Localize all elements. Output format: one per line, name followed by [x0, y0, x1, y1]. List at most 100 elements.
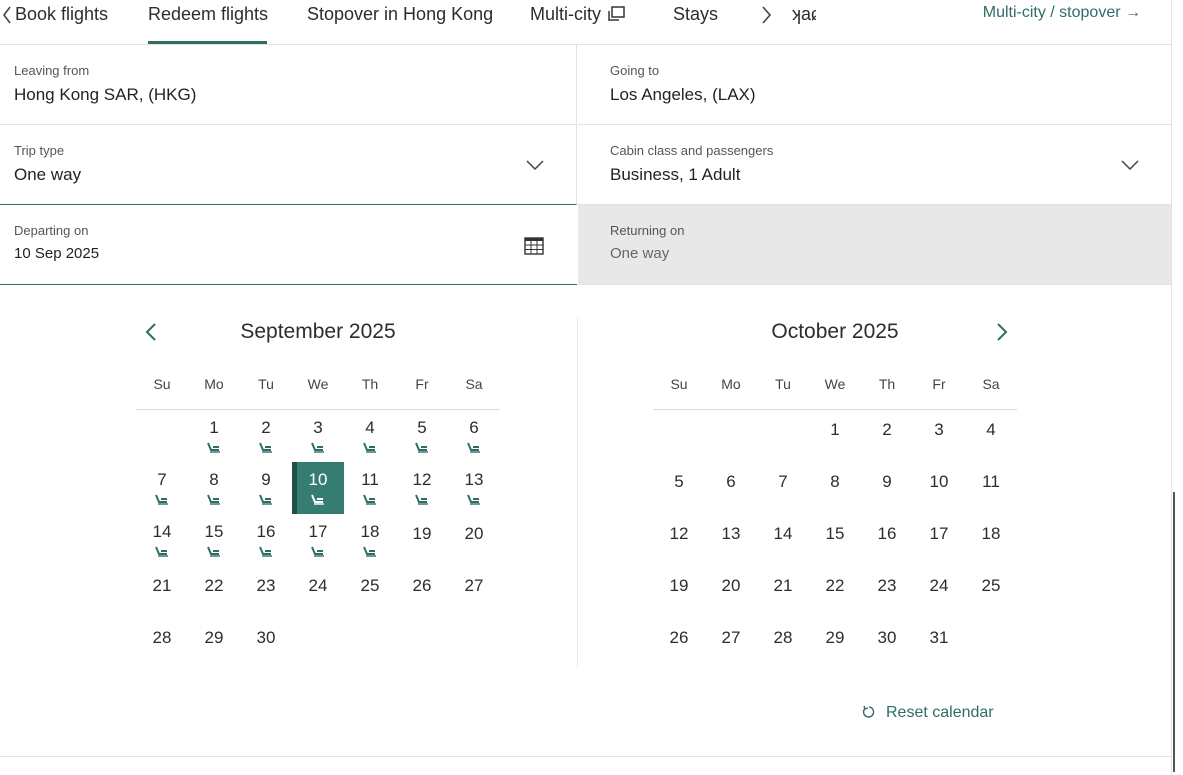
- calendar-day[interactable]: 21: [136, 566, 188, 618]
- day-number: 3: [313, 418, 323, 437]
- award-seat-icon: [155, 490, 169, 510]
- calendar-day[interactable]: 2: [240, 410, 292, 462]
- calendar-day[interactable]: 22: [188, 566, 240, 618]
- calendar-day[interactable]: 10: [913, 462, 965, 514]
- cabin-passengers-select[interactable]: Cabin class and passengers Business, 1 A…: [578, 125, 1171, 205]
- award-seat-icon: [311, 490, 325, 510]
- day-number: 10: [308, 470, 328, 489]
- calendar-day[interactable]: 11: [965, 462, 1017, 514]
- trip-type-select[interactable]: Trip type One way: [0, 125, 577, 205]
- calendar-day[interactable]: 22: [809, 566, 861, 618]
- day-number: 7: [157, 470, 167, 489]
- next-month-icon[interactable]: [996, 322, 1008, 347]
- calendar-day[interactable]: 5: [653, 462, 705, 514]
- calendar-day[interactable]: 26: [396, 566, 448, 618]
- calendar-day[interactable]: 23: [861, 566, 913, 618]
- calendar-day[interactable]: 27: [448, 566, 500, 618]
- day-number: 21: [773, 576, 793, 595]
- calendar-day[interactable]: 8: [188, 462, 240, 514]
- calendar-day[interactable]: 18: [965, 514, 1017, 566]
- tab-multi-city[interactable]: Multi-city: [530, 4, 625, 27]
- calendar-day[interactable]: 4: [965, 410, 1017, 462]
- calendar-day[interactable]: 23: [240, 566, 292, 618]
- calendar-day[interactable]: 16: [861, 514, 913, 566]
- tab-stopover-hong-kong[interactable]: Stopover in Hong Kong: [307, 4, 493, 25]
- calendar-day[interactable]: 28: [136, 618, 188, 670]
- day-number: 17: [308, 522, 328, 541]
- calendar-day-selected[interactable]: 10: [292, 462, 344, 514]
- scrollbar-thumb[interactable]: [1173, 492, 1175, 772]
- calendar-day[interactable]: 6: [705, 462, 757, 514]
- calendar-day[interactable]: 15: [809, 514, 861, 566]
- calendar-day[interactable]: 30: [861, 618, 913, 670]
- calendar-day[interactable]: 13: [448, 462, 500, 514]
- day-number: 21: [152, 576, 172, 595]
- calendar-day[interactable]: 7: [757, 462, 809, 514]
- day-number: 3: [934, 420, 944, 439]
- calendar-day[interactable]: 11: [344, 462, 396, 514]
- calendar-day[interactable]: 21: [757, 566, 809, 618]
- day-number: 12: [669, 524, 689, 543]
- calendar-day[interactable]: 28: [757, 618, 809, 670]
- calendar-day[interactable]: 18: [344, 514, 396, 566]
- calendar-day[interactable]: 3: [292, 410, 344, 462]
- day-number: 22: [204, 576, 224, 595]
- chevron-left-icon[interactable]: [2, 4, 12, 26]
- calendar-day[interactable]: 27: [705, 618, 757, 670]
- calendar-day[interactable]: 19: [653, 566, 705, 618]
- calendar-day[interactable]: 15: [188, 514, 240, 566]
- tab-redeem-flights[interactable]: Redeem flights: [148, 4, 268, 25]
- calendar-day[interactable]: 14: [757, 514, 809, 566]
- scrollbar-track[interactable]: [1171, 0, 1183, 775]
- day-number: 17: [929, 524, 949, 543]
- calendar-day[interactable]: 3: [913, 410, 965, 462]
- calendar-day[interactable]: 30: [240, 618, 292, 670]
- leaving-from-field[interactable]: Leaving from Hong Kong SAR, (HKG): [0, 45, 577, 125]
- calendar-day[interactable]: 1: [809, 410, 861, 462]
- calendar-icon[interactable]: [524, 235, 544, 260]
- calendar-day[interactable]: 24: [913, 566, 965, 618]
- departing-on-field[interactable]: Departing on 10 Sep 2025: [0, 205, 577, 285]
- calendar-day[interactable]: 14: [136, 514, 188, 566]
- departing-on-value: 10 Sep 2025: [14, 245, 100, 262]
- calendar-day[interactable]: 17: [292, 514, 344, 566]
- going-to-field[interactable]: Going to Los Angeles, (LAX): [578, 45, 1171, 125]
- calendar-day[interactable]: 26: [653, 618, 705, 670]
- day-number: 19: [669, 576, 689, 595]
- tab-stays[interactable]: Stays: [673, 4, 718, 25]
- calendar-day[interactable]: 12: [396, 462, 448, 514]
- calendar-day[interactable]: 9: [861, 462, 913, 514]
- chevron-right-icon[interactable]: [760, 4, 772, 26]
- calendar-day[interactable]: 6: [448, 410, 500, 462]
- calendar-day[interactable]: 25: [965, 566, 1017, 618]
- calendar-day[interactable]: 29: [809, 618, 861, 670]
- day-number: 10: [929, 472, 949, 491]
- day-number: 27: [464, 576, 484, 595]
- tab-book-flights[interactable]: Book flights: [15, 4, 108, 25]
- calendar-day[interactable]: 20: [448, 514, 500, 566]
- calendar-day[interactable]: 24: [292, 566, 344, 618]
- calendar-day[interactable]: 8: [809, 462, 861, 514]
- calendar-day[interactable]: 31: [913, 618, 965, 670]
- calendar-day[interactable]: 13: [705, 514, 757, 566]
- calendar-day[interactable]: 17: [913, 514, 965, 566]
- calendar-day[interactable]: 5: [396, 410, 448, 462]
- day-number: 2: [882, 420, 892, 439]
- calendar-day[interactable]: 2: [861, 410, 913, 462]
- day-number: 18: [360, 522, 380, 541]
- day-number: 4: [986, 420, 996, 439]
- calendar-day[interactable]: 29: [188, 618, 240, 670]
- calendar-day[interactable]: 20: [705, 566, 757, 618]
- calendar-day[interactable]: 25: [344, 566, 396, 618]
- tab-truncated[interactable]: ʞaɕ: [792, 4, 816, 25]
- calendar-day[interactable]: 19: [396, 514, 448, 566]
- calendar-day[interactable]: 9: [240, 462, 292, 514]
- reset-calendar-button[interactable]: Reset calendar: [862, 704, 994, 722]
- multi-city-stopover-link[interactable]: Multi-city / stopover →: [983, 4, 1141, 22]
- calendar-day[interactable]: 1: [188, 410, 240, 462]
- returning-on-field: Returning on One way: [578, 205, 1171, 285]
- calendar-day[interactable]: 12: [653, 514, 705, 566]
- calendar-day[interactable]: 16: [240, 514, 292, 566]
- calendar-day[interactable]: 7: [136, 462, 188, 514]
- calendar-day[interactable]: 4: [344, 410, 396, 462]
